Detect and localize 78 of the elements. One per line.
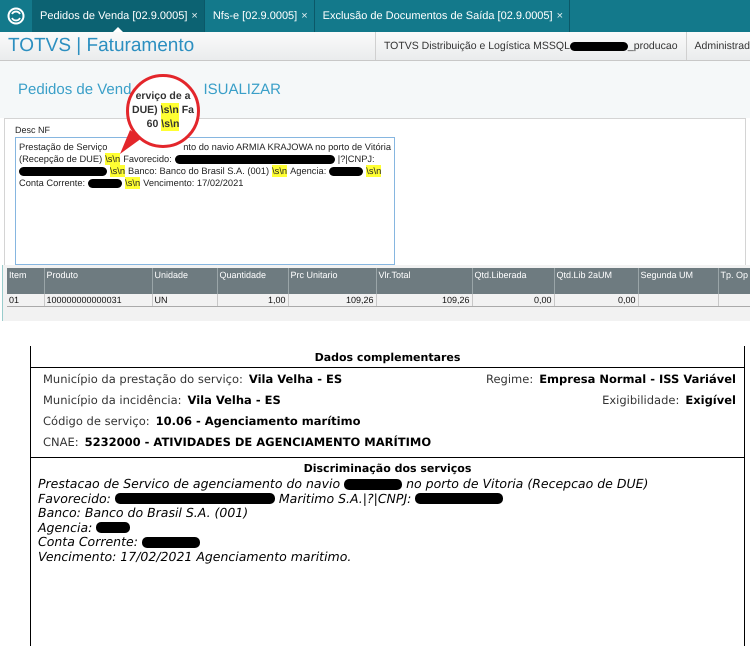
redaction-mark	[142, 536, 200, 548]
body-text: Favorecido:	[38, 492, 111, 506]
redaction-mark	[96, 522, 130, 534]
highlighted-code: \s\n	[272, 165, 288, 177]
body-text: Agencia:	[38, 520, 92, 535]
field-label: Regime:	[486, 372, 534, 386]
user-name: Administrad	[686, 32, 750, 60]
body-text: Vencimento: 17/02/2021 Agenciamento maritimo.	[38, 550, 352, 564]
column-header[interactable]: Produto	[44, 268, 152, 294]
body-text: Prestação de Serviço	[19, 141, 108, 153]
table-cell: 1,00	[217, 294, 288, 306]
highlighted-code: \s\n	[110, 165, 125, 177]
environment-label: _producao	[628, 40, 678, 52]
field-label: Município da incidência:	[43, 392, 182, 406]
app-title: TOTVS | Faturamento	[8, 35, 196, 57]
highlighted-code: \s\n	[125, 177, 140, 189]
table-cell: 0,00	[472, 294, 554, 306]
field-label: CNAE:	[43, 434, 79, 448]
column-header[interactable]: Vlr.Total	[376, 268, 472, 294]
redaction-mark	[88, 178, 122, 188]
table-cell: UN	[152, 294, 217, 306]
table-cell: 109,26	[376, 294, 472, 306]
body-text: nto do navio ARMIA KRAJOWA no porto de Vitória	[183, 141, 391, 153]
body-text: Conta Corrente:	[19, 177, 86, 189]
redaction-mark	[344, 478, 402, 490]
table-cell: 109,26	[288, 294, 376, 306]
body-text: Banco: Banco do Brasil S.A. (001)	[38, 506, 248, 520]
zoomed-text: Fa	[182, 103, 194, 117]
section-title: Discriminação dos serviços	[302, 461, 472, 477]
logo-icon[interactable]	[7, 7, 25, 25]
close-icon[interactable]: ×	[556, 10, 564, 22]
field-label: Exigibilidade:	[602, 392, 680, 406]
column-header[interactable]: Qtd.Liberada	[472, 268, 554, 294]
page-title: Pedidos de Vend	[18, 81, 132, 98]
body-text: Favorecido:	[123, 153, 172, 165]
field-value: 10.06 - Agenciamento marítimo	[156, 414, 360, 428]
body-text: Vencimento: 17/02/2021	[143, 177, 244, 189]
close-icon[interactable]: ×	[301, 10, 308, 22]
field-label: Código de serviço:	[43, 414, 150, 428]
body-text: Conta Corrente:	[38, 535, 138, 550]
column-header[interactable]: Qtd.Lib 2aUM	[554, 268, 638, 294]
table-cell: 100000000000031	[44, 294, 152, 306]
body-text: Maritimo S.A.|?|CNPJ:	[278, 492, 412, 506]
zoomed-text: DUE)	[132, 103, 158, 117]
column-header[interactable]: Prc Unitario	[288, 268, 376, 294]
redaction-mark	[570, 42, 628, 50]
body-text: Prestacao de Servico de agenciamento do navio	[38, 477, 340, 492]
close-icon[interactable]: ×	[191, 10, 198, 22]
redaction-mark	[329, 166, 364, 176]
column-header[interactable]: Quantidade	[217, 268, 288, 294]
zoomed-text: erviço de a	[136, 89, 190, 103]
field-value: Exigível	[685, 392, 736, 406]
section-title: Dados complementares	[31, 346, 744, 368]
column-header[interactable]: Unidade	[152, 268, 217, 294]
highlighted-code: \s\n	[366, 165, 382, 177]
field-label: Município da prestação do serviço:	[43, 372, 243, 386]
body-text: |?|CNPJ:	[338, 153, 375, 165]
description-field[interactable]	[15, 137, 395, 265]
table-cell: 01	[7, 294, 44, 306]
body-text: Banco: Banco do Brasil S.A. (001)	[128, 165, 270, 177]
highlighted-code: \s\n	[161, 117, 180, 131]
body-text: (Recepção de DUE)	[19, 153, 102, 165]
column-header[interactable]: Tp. Op	[718, 268, 750, 294]
field-value: Vila Velha - ES	[188, 392, 281, 406]
table-cell: 0,00	[554, 294, 638, 306]
zoomed-text: 60	[146, 117, 158, 131]
column-header[interactable]: Segunda UM	[638, 268, 718, 294]
field-value: Empresa Normal - ISS Variável	[539, 372, 736, 386]
field-label: Desc NF	[15, 125, 50, 135]
highlighted-code: \s\n	[105, 153, 120, 165]
column-header[interactable]: Item	[7, 268, 44, 294]
body-text: Agencia:	[290, 165, 326, 177]
page-title: ISUALIZAR	[203, 81, 281, 98]
body-text: no porto de Vitoria (Recepcao de DUE)	[406, 477, 648, 492]
environment-label: TOTVS Distribuição e Logística MSSQL	[384, 40, 570, 52]
tab[interactable]: Pedidos de Venda [02.9.0005] ×	[32, 0, 205, 32]
field-value: Vila Velha - ES	[248, 372, 342, 386]
field-value: 5232000 - ATIVIDADES DE AGENCIAMENTO MARÍTIMO	[84, 434, 432, 448]
